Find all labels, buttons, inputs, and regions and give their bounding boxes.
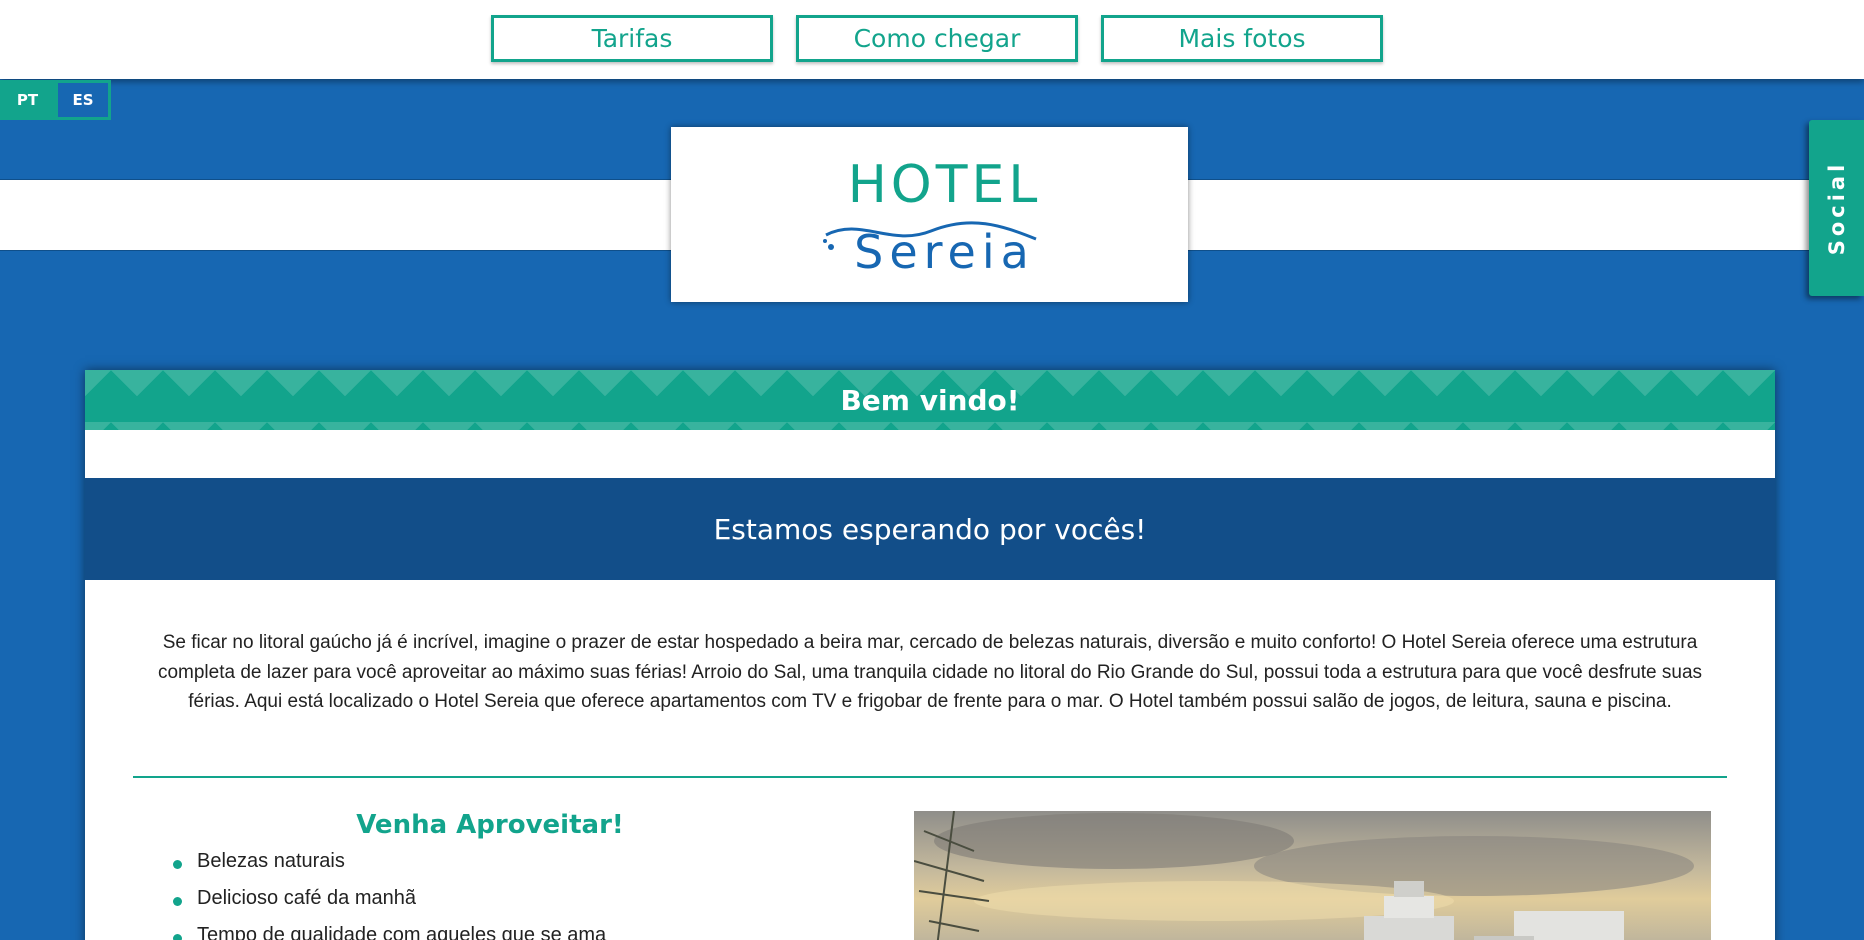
- top-nav-bar: Tarifas Como chegar Mais fotos: [0, 0, 1864, 79]
- list-item: Tempo de qualidade com aqueles que se am…: [172, 924, 606, 940]
- nav-como-chegar-button[interactable]: Como chegar: [796, 15, 1078, 62]
- lang-es-button[interactable]: ES: [55, 80, 111, 120]
- intro-paragraph: Se ficar no litoral gaúcho já é incrível…: [157, 632, 1703, 712]
- main-content-card: Bem vindo! Estamos esperando por vocês! …: [85, 370, 1775, 940]
- social-tab-label: Social: [1824, 160, 1849, 256]
- subheader-banner: Estamos esperando por vocês!: [85, 478, 1775, 580]
- venha-aproveitar-title: Venha Aproveitar!: [356, 810, 624, 840]
- hotel-logo[interactable]: HOTEL Sereia: [671, 127, 1188, 302]
- nav-mais-fotos-button[interactable]: Mais fotos: [1101, 15, 1383, 62]
- venha-aproveitar-list: Belezas naturais Delicioso café da manhã…: [172, 850, 606, 940]
- section-divider: [133, 776, 1727, 778]
- list-item: Delicioso café da manhã: [172, 887, 606, 924]
- welcome-banner: Bem vindo!: [85, 370, 1775, 430]
- nav-tarifas-button[interactable]: Tarifas: [491, 15, 773, 62]
- social-tab[interactable]: Social: [1809, 120, 1864, 296]
- logo-sereia-text: Sereia: [854, 225, 1035, 279]
- list-item: Belezas naturais: [172, 850, 606, 887]
- hotel-beach-photo: [914, 811, 1711, 940]
- logo-hotel-text: HOTEL: [847, 155, 1042, 215]
- photo-illustration: [914, 811, 1711, 940]
- lang-pt-button[interactable]: PT: [0, 80, 55, 120]
- language-switcher: PT ES: [0, 80, 111, 120]
